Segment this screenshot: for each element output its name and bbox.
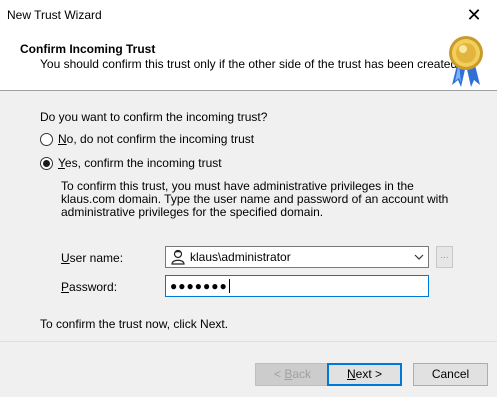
close-icon[interactable]: ✕ <box>451 0 497 30</box>
button-bar: < Back Next > Cancel <box>0 341 497 397</box>
password-label: Password: <box>61 280 118 294</box>
radio-confirm[interactable]: Yes, confirm the incoming trust <box>40 156 222 170</box>
radio-no-label: No, do not confirm the incoming trust <box>58 132 255 146</box>
next-instruction: To confirm the trust now, click Next. <box>40 317 229 331</box>
page-subtitle: You should confirm this trust only if th… <box>40 57 461 71</box>
username-combobox[interactable]: klaus\administrator <box>165 246 429 268</box>
next-button[interactable]: Next > <box>327 363 402 386</box>
award-seal-icon <box>449 36 483 87</box>
wizard-content: Do you want to confirm the incoming trus… <box>0 92 497 340</box>
radio-no-confirm[interactable]: No, do not confirm the incoming trust <box>40 132 254 146</box>
instruction-text: To confirm this trust, you must have adm… <box>61 179 449 219</box>
username-label: User name: <box>61 251 124 265</box>
window-title: New Trust Wizard <box>7 8 102 22</box>
password-field[interactable]: ●●●●●●● <box>165 275 429 297</box>
browse-button[interactable]: ... <box>436 246 453 268</box>
wizard-header: Confirm Incoming Trust You should confir… <box>0 30 497 91</box>
radio-yes-label: Yes, confirm the incoming trust <box>58 156 222 170</box>
password-value: ●●●●●●● <box>170 279 228 293</box>
text-caret <box>228 279 230 293</box>
user-icon <box>171 249 185 265</box>
back-button[interactable]: < Back <box>255 363 330 386</box>
cancel-button[interactable]: Cancel <box>413 363 488 386</box>
question-label: Do you want to confirm the incoming trus… <box>40 110 268 124</box>
radio-button-checked[interactable] <box>40 156 53 170</box>
page-title: Confirm Incoming Trust <box>20 42 156 56</box>
radio-button[interactable] <box>40 132 53 146</box>
username-value: klaus\administrator <box>190 250 291 264</box>
title-bar: New Trust Wizard ✕ <box>0 0 497 30</box>
chevron-down-icon[interactable] <box>410 252 428 263</box>
